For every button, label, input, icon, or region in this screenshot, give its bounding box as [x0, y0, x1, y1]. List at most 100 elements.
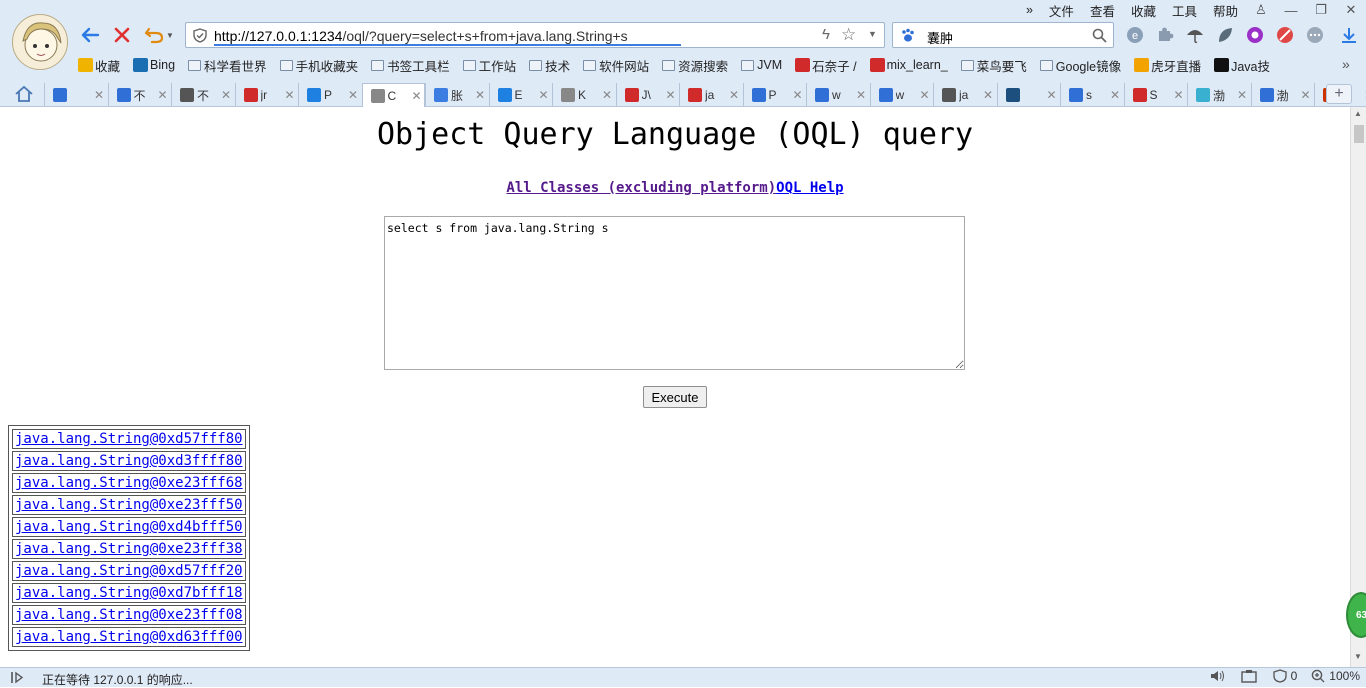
extension-puzzle-icon[interactable]: [1154, 24, 1176, 46]
browser-tab[interactable]: s ✕: [1060, 83, 1124, 107]
browser-tab[interactable]: ja ✕: [679, 83, 743, 107]
bookmark-item[interactable]: 收藏: [78, 56, 120, 75]
menu-favorites[interactable]: 收藏: [1123, 1, 1164, 20]
lightning-icon[interactable]: ϟ: [822, 26, 830, 43]
ie-mode-icon[interactable]: e: [1124, 24, 1146, 46]
tab-close-icon[interactable]: ✕: [983, 88, 993, 102]
browser-tab[interactable]: C ✕: [361, 83, 425, 108]
adblock-status[interactable]: 0: [1272, 669, 1297, 683]
tab-close-icon[interactable]: ✕: [94, 88, 104, 102]
bookmark-item[interactable]: 菜鸟要飞: [960, 56, 1027, 75]
tab-close-icon[interactable]: ✕: [285, 88, 295, 102]
menu-tools[interactable]: 工具: [1164, 1, 1205, 20]
undo-close-button[interactable]: ▼: [140, 22, 178, 48]
menu-help[interactable]: 帮助: [1205, 1, 1246, 20]
bookmark-item[interactable]: 科学看世界: [188, 56, 267, 75]
skin-icon[interactable]: ♙: [1246, 2, 1276, 18]
tab-close-icon[interactable]: ✕: [1237, 88, 1247, 102]
new-tab-button[interactable]: +: [1326, 84, 1352, 104]
result-link[interactable]: java.lang.String@0xd7bfff18: [15, 585, 243, 601]
bookmark-item[interactable]: 资源搜索: [662, 56, 728, 75]
browser-tab[interactable]: 不 ✕: [107, 83, 172, 107]
user-avatar[interactable]: [12, 14, 68, 70]
url-dropdown-icon[interactable]: ▼: [868, 29, 877, 39]
color-app-icon[interactable]: [1244, 24, 1266, 46]
menu-file[interactable]: 文件: [1041, 1, 1082, 20]
execute-button[interactable]: Execute: [643, 386, 707, 408]
tab-close-icon[interactable]: ✕: [920, 88, 930, 102]
browser-tab[interactable]: 渤 ✕: [1250, 83, 1315, 107]
more-tools-icon[interactable]: [1304, 24, 1326, 46]
browser-tab[interactable]: K ✕: [552, 83, 616, 107]
browser-tab[interactable]: 不 ✕: [171, 83, 235, 107]
browser-tab[interactable]: S ✕: [1123, 83, 1188, 107]
vertical-scrollbar[interactable]: ▲ ▼: [1350, 107, 1366, 667]
tab-close-icon[interactable]: ✕: [1301, 88, 1311, 102]
leaf-icon[interactable]: [1214, 24, 1236, 46]
tab-close-icon[interactable]: ✕: [221, 88, 231, 102]
adblock-icon[interactable]: [1274, 24, 1296, 46]
tab-close-icon[interactable]: ✕: [602, 88, 612, 102]
result-link[interactable]: java.lang.String@0xd57fff80: [15, 431, 243, 447]
browser-tab[interactable]: ja ✕: [933, 83, 997, 107]
bookmark-item[interactable]: 书签工具栏: [371, 56, 450, 75]
result-link[interactable]: java.lang.String@0xd63fff00: [15, 629, 243, 645]
all-classes-link[interactable]: All Classes (excluding platform): [506, 180, 776, 196]
result-link[interactable]: java.lang.String@0xd57fff20: [15, 563, 243, 579]
oql-help-link[interactable]: OQL Help: [776, 180, 843, 196]
bookmark-item[interactable]: 石奈子 /: [795, 56, 857, 75]
tab-close-icon[interactable]: ✕: [348, 88, 358, 102]
minimize-icon[interactable]: —: [1276, 3, 1306, 18]
address-bar[interactable]: http://127.0.0.1:1234/oql/?query=select+…: [185, 22, 885, 48]
bookmark-item[interactable]: Java技: [1214, 56, 1270, 75]
sidebar-toggle-icon[interactable]: [10, 670, 26, 688]
tab-close-icon[interactable]: ✕: [1174, 88, 1184, 102]
zoom-control[interactable]: 100%: [1311, 669, 1360, 683]
result-link[interactable]: java.lang.String@0xe23fff38: [15, 541, 243, 557]
search-icon[interactable]: [1092, 28, 1107, 43]
tab-close-icon[interactable]: ✕: [856, 88, 866, 102]
umbrella-icon[interactable]: [1184, 24, 1206, 46]
scroll-down-icon[interactable]: ▼: [1354, 652, 1362, 661]
browser-tab[interactable]: jr ✕: [234, 83, 299, 107]
browser-tab[interactable]: 胀 ✕: [425, 83, 489, 107]
browser-tab[interactable]: E ✕: [488, 83, 553, 107]
back-button[interactable]: [77, 22, 103, 48]
scroll-up-icon[interactable]: ▲: [1354, 109, 1362, 118]
close-window-icon[interactable]: ✕: [1336, 2, 1366, 18]
browser-tab[interactable]: 渤 ✕: [1187, 83, 1251, 107]
browser-tab[interactable]: J\ ✕: [615, 83, 680, 107]
query-textarea[interactable]: select s from java.lang.String s: [384, 216, 965, 370]
browser-tab[interactable]: P ✕: [742, 83, 807, 107]
search-box[interactable]: 囊肿: [892, 22, 1114, 48]
result-link[interactable]: java.lang.String@0xe23fff68: [15, 475, 243, 491]
tab-close-icon[interactable]: ✕: [158, 88, 168, 102]
result-link[interactable]: java.lang.String@0xe23fff50: [15, 497, 243, 513]
restore-icon[interactable]: ❐: [1306, 2, 1336, 18]
bookmark-item[interactable]: 手机收藏夹: [279, 56, 358, 75]
download-icon[interactable]: [1338, 24, 1360, 46]
result-link[interactable]: java.lang.String@0xd4bfff50: [15, 519, 243, 535]
bookmarks-overflow-icon[interactable]: »: [1342, 56, 1350, 72]
star-icon[interactable]: ☆: [841, 25, 856, 45]
tab-close-icon[interactable]: ✕: [793, 88, 803, 102]
more-icon[interactable]: »: [1018, 3, 1041, 17]
result-link[interactable]: java.lang.String@0xd3ffff80: [15, 453, 243, 469]
browser-tab[interactable]: w ✕: [869, 83, 934, 107]
bookmark-item[interactable]: 虎牙直播: [1134, 56, 1201, 75]
browser-tab[interactable]: ✕: [996, 83, 1061, 107]
scroll-thumb[interactable]: [1354, 125, 1364, 143]
browser-tab[interactable]: w ✕: [806, 83, 870, 107]
bookmark-item[interactable]: Google镜像: [1039, 56, 1121, 75]
bookmark-item[interactable]: mix_learn_: [869, 58, 948, 72]
bookmark-item[interactable]: 软件网站: [583, 56, 649, 75]
menu-view[interactable]: 查看: [1082, 1, 1123, 20]
search-input[interactable]: 囊肿: [927, 28, 953, 47]
bookmark-item[interactable]: JVM: [741, 58, 782, 72]
bookmark-item[interactable]: 技术: [529, 56, 570, 75]
home-icon[interactable]: [14, 85, 34, 106]
tab-close-icon[interactable]: ✕: [666, 88, 676, 102]
screenshot-icon[interactable]: [1240, 669, 1257, 683]
tab-close-icon[interactable]: ✕: [729, 88, 739, 102]
tab-close-icon[interactable]: ✕: [412, 89, 422, 103]
